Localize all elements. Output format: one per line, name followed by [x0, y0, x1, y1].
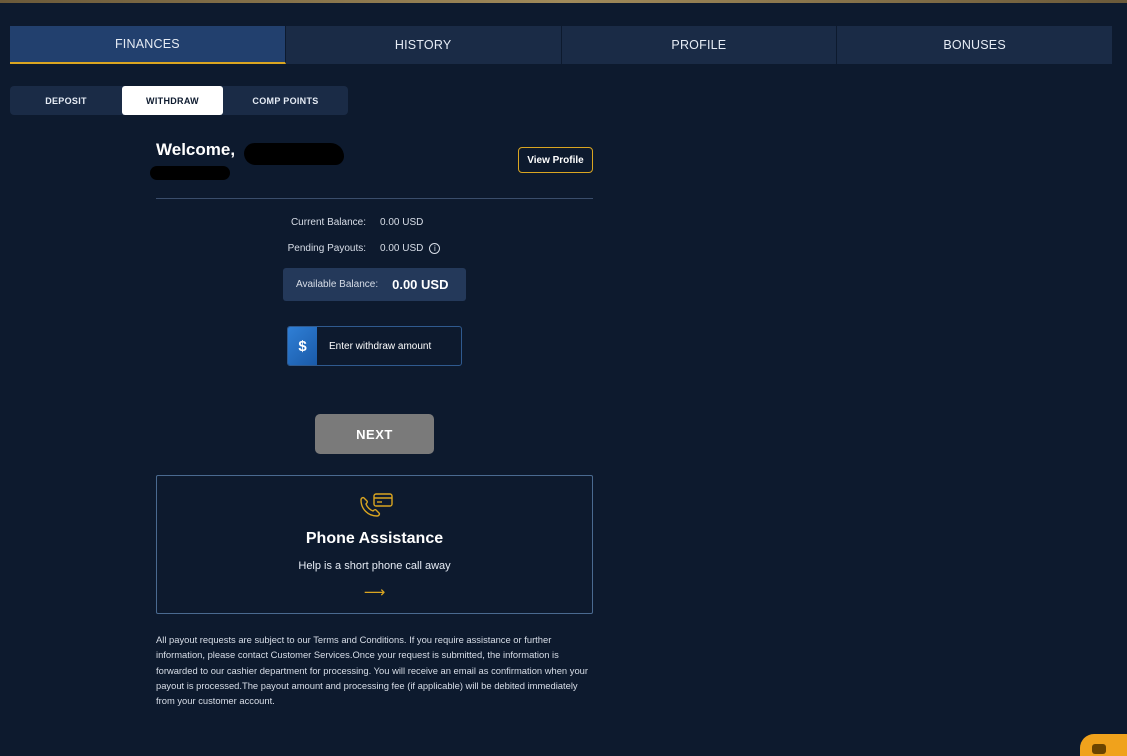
pending-payouts-value: 0.00 USD: [380, 243, 424, 254]
tab-finances[interactable]: FINANCES: [10, 26, 286, 64]
subtab-withdraw[interactable]: WITHDRAW: [122, 86, 223, 115]
phone-assistance-title: Phone Assistance: [305, 530, 444, 547]
tab-profile[interactable]: PROFILE: [562, 26, 838, 64]
pending-payouts-label: Pending Payouts:: [287, 243, 366, 254]
current-balance-label: Current Balance:: [290, 217, 366, 228]
withdraw-amount-field: $: [287, 326, 462, 366]
tab-bonuses[interactable]: BONUSES: [837, 26, 1112, 64]
subtab-comp-points[interactable]: COMP POINTS: [223, 86, 348, 115]
main-tabs: FINANCES HISTORY PROFILE BONUSES: [10, 26, 1112, 64]
current-balance-row: Current Balance: 0.00 USD: [156, 217, 423, 228]
available-balance-value: 0.00 USD: [392, 277, 449, 292]
tab-history[interactable]: HISTORY: [286, 26, 562, 64]
view-profile-button[interactable]: View Profile: [518, 147, 593, 173]
available-balance-box: Available Balance: 0.00 USD: [283, 268, 466, 301]
next-button[interactable]: NEXT: [315, 414, 434, 454]
info-icon[interactable]: i: [429, 243, 441, 254]
chat-icon: [1092, 744, 1106, 754]
divider: [156, 198, 593, 199]
cashier-page: FINANCES HISTORY PROFILE BONUSES DEPOSIT…: [0, 0, 1127, 756]
phone-assistance-card[interactable]: Phone Assistance Help is a short phone c…: [156, 475, 593, 614]
chat-button[interactable]: [1080, 734, 1127, 756]
withdraw-amount-input[interactable]: [317, 327, 461, 365]
pending-payouts-row: Pending Payouts: 0.00 USD i: [156, 243, 441, 254]
welcome-heading: Welcome,: [156, 140, 236, 159]
payout-disclaimer: All payout requests are subject to our T…: [156, 634, 588, 707]
subtab-deposit[interactable]: DEPOSIT: [10, 86, 122, 115]
redacted-username: [244, 143, 344, 165]
current-balance-value: 0.00 USD: [380, 217, 424, 228]
redacted-account-id: [150, 166, 230, 180]
sub-tabs: DEPOSIT WITHDRAW COMP POINTS: [10, 86, 348, 115]
phone-card-icon: [360, 493, 393, 517]
phone-assistance-subtitle: Help is a short phone call away: [298, 560, 451, 572]
dollar-icon: $: [288, 327, 317, 365]
available-balance-label: Available Balance:: [296, 279, 379, 290]
top-rule: [0, 0, 1127, 3]
arrow-right-icon: ⟶: [363, 584, 386, 601]
